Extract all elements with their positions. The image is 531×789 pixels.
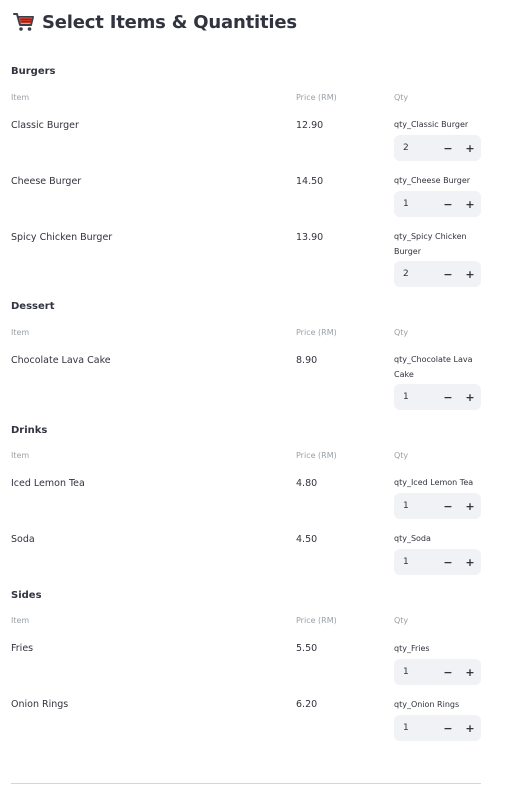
qty-label: qty_Spicy Chicken Burger bbox=[394, 232, 467, 256]
decrement-button[interactable]: − bbox=[437, 261, 459, 287]
increment-button[interactable]: + bbox=[459, 659, 481, 685]
item-price: 4.80 bbox=[296, 478, 318, 489]
item-price: 14.50 bbox=[296, 176, 324, 187]
item-name: Onion Rings bbox=[11, 699, 69, 710]
quantity-input[interactable]: 1 bbox=[394, 723, 437, 733]
quantity-input[interactable]: 1 bbox=[394, 501, 437, 511]
page-title: Select Items & Quantities bbox=[42, 11, 297, 33]
quantity-stepper: 2 − + bbox=[394, 261, 481, 287]
decrement-button[interactable]: − bbox=[437, 715, 459, 741]
column-header-price: Price (RM) bbox=[296, 451, 337, 460]
item-price: 12.90 bbox=[296, 120, 324, 131]
decrement-button[interactable]: − bbox=[437, 493, 459, 519]
column-header-qty: Qty bbox=[394, 328, 409, 337]
column-header-item: Item bbox=[11, 328, 30, 337]
quantity-stepper: 1 − + bbox=[394, 384, 481, 410]
item-price: 8.90 bbox=[296, 355, 318, 366]
item-name: Cheese Burger bbox=[11, 176, 82, 187]
column-header-item: Item bbox=[11, 616, 30, 625]
quantity-input[interactable]: 1 bbox=[394, 557, 437, 567]
column-header-price: Price (RM) bbox=[296, 616, 337, 625]
quantity-stepper: 1 − + bbox=[394, 191, 481, 217]
item-price: 6.20 bbox=[296, 699, 318, 710]
item-price: 4.50 bbox=[296, 534, 318, 545]
increment-button[interactable]: + bbox=[459, 135, 481, 161]
increment-button[interactable]: + bbox=[459, 715, 481, 741]
item-name: Soda bbox=[11, 534, 35, 545]
qty-label: qty_Classic Burger bbox=[394, 120, 469, 129]
quantity-stepper: 1 − + bbox=[394, 659, 481, 685]
column-header-qty: Qty bbox=[394, 616, 409, 625]
decrement-button[interactable]: − bbox=[437, 384, 459, 410]
increment-button[interactable]: + bbox=[459, 493, 481, 519]
column-header-price: Price (RM) bbox=[296, 93, 337, 102]
quantity-input[interactable]: 1 bbox=[394, 392, 437, 402]
qty-label: qty_Cheese Burger bbox=[394, 176, 471, 185]
qty-label: qty_Onion Rings bbox=[394, 700, 460, 709]
quantity-stepper: 1 − + bbox=[394, 493, 481, 519]
quantity-stepper: 2 − + bbox=[394, 135, 481, 161]
section-title-dessert: Dessert bbox=[11, 301, 55, 312]
divider bbox=[11, 783, 481, 784]
column-header-qty: Qty bbox=[394, 451, 409, 460]
increment-button[interactable]: + bbox=[459, 549, 481, 575]
column-header-item: Item bbox=[11, 451, 30, 460]
item-name: Spicy Chicken Burger bbox=[11, 232, 113, 243]
qty-label: qty_Iced Lemon Tea bbox=[394, 478, 474, 487]
increment-button[interactable]: + bbox=[459, 261, 481, 287]
section-title-sides: Sides bbox=[11, 590, 42, 601]
item-name: Iced Lemon Tea bbox=[11, 478, 85, 489]
quantity-input[interactable]: 1 bbox=[394, 199, 437, 209]
decrement-button[interactable]: − bbox=[437, 549, 459, 575]
quantity-input[interactable]: 2 bbox=[394, 269, 437, 279]
column-header-item: Item bbox=[11, 93, 30, 102]
section-title-burgers: Burgers bbox=[11, 66, 56, 77]
column-header-price: Price (RM) bbox=[296, 328, 337, 337]
item-name: Classic Burger bbox=[11, 120, 79, 131]
increment-button[interactable]: + bbox=[459, 384, 481, 410]
item-name: Fries bbox=[11, 643, 34, 654]
item-name: Chocolate Lava Cake bbox=[11, 355, 111, 366]
section-title-drinks: Drinks bbox=[11, 425, 48, 436]
item-price: 5.50 bbox=[296, 643, 318, 654]
decrement-button[interactable]: − bbox=[437, 659, 459, 685]
quantity-input[interactable]: 2 bbox=[394, 143, 437, 153]
increment-button[interactable]: + bbox=[459, 191, 481, 217]
qty-label: qty_Chocolate Lava Cake bbox=[394, 355, 473, 379]
quantity-stepper: 1 − + bbox=[394, 715, 481, 741]
page-header: Select Items & Quantities bbox=[12, 8, 297, 36]
quantity-input[interactable]: 1 bbox=[394, 667, 437, 677]
shopping-cart-icon bbox=[12, 10, 36, 34]
qty-label: qty_Soda bbox=[394, 534, 431, 543]
item-price: 13.90 bbox=[296, 232, 324, 243]
column-header-qty: Qty bbox=[394, 93, 409, 102]
qty-label: qty_Fries bbox=[394, 644, 430, 653]
quantity-stepper: 1 − + bbox=[394, 549, 481, 575]
decrement-button[interactable]: − bbox=[437, 191, 459, 217]
decrement-button[interactable]: − bbox=[437, 135, 459, 161]
